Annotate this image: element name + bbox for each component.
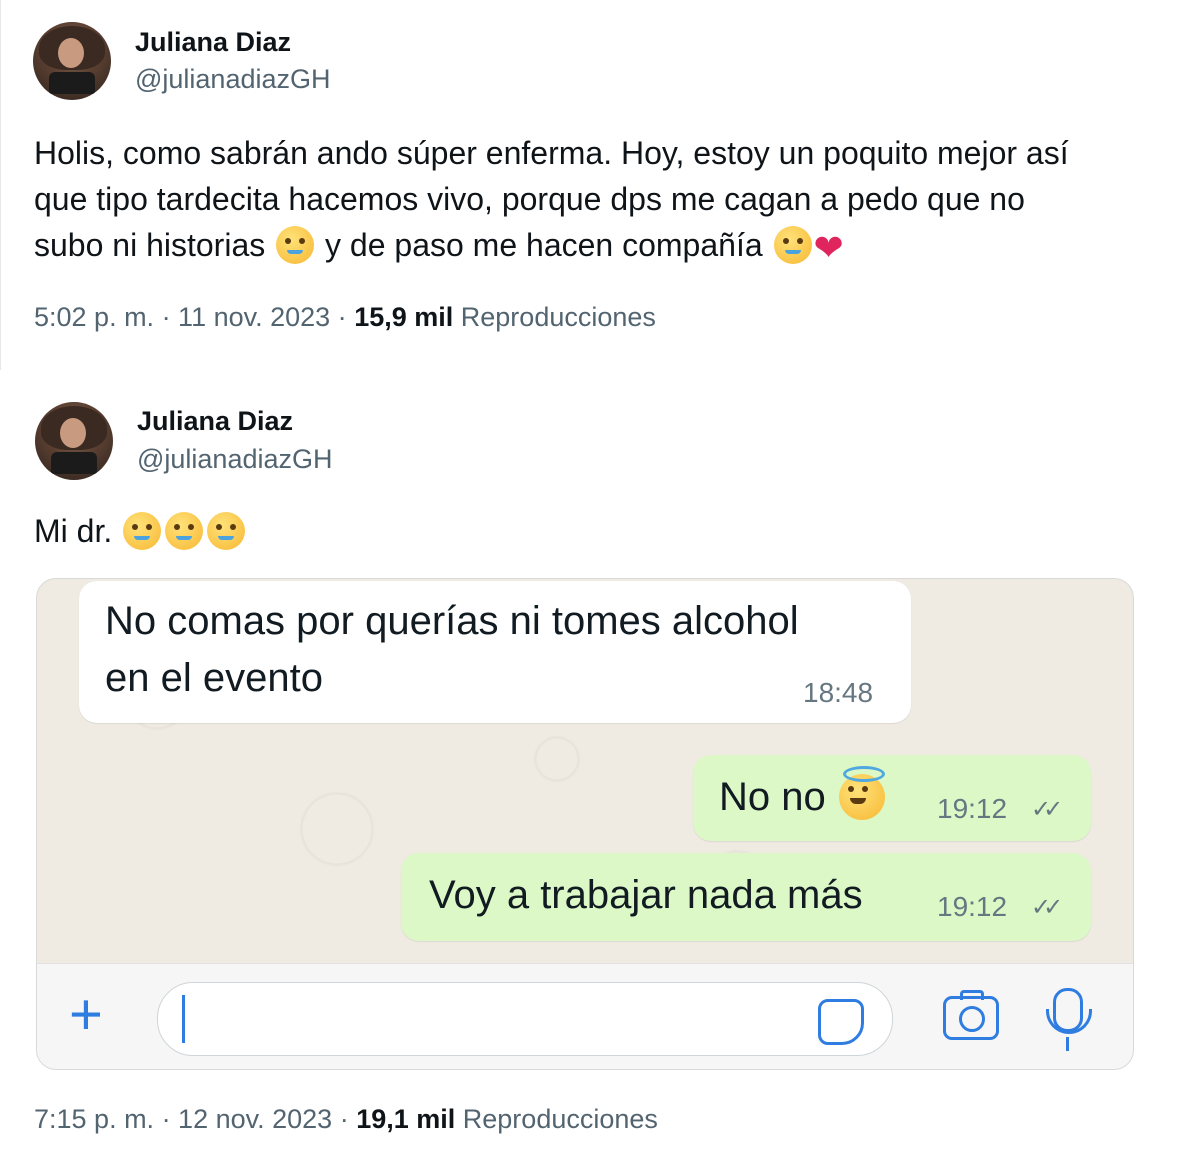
tweet-text-line: subo ni historias y de paso me hacen com…	[34, 222, 1154, 271]
tweet-text-line: que tipo tardecita hacemos vivo, porque …	[34, 181, 1025, 217]
message-bubble-incoming: No comas por querías ni tomes alcohol en…	[79, 581, 911, 723]
tweet-text: Mi dr.	[34, 508, 1154, 554]
tweet-text-line: Holis, como sabrán ando súper enferma. H…	[34, 135, 1069, 171]
tweet-meta: 5:02 p. m. · 11 nov. 2023 · 15,9 mil Rep…	[34, 302, 656, 333]
microphone-icon[interactable]	[1046, 988, 1092, 1051]
views-count: 15,9 mil	[354, 302, 454, 332]
message-bubble-outgoing: Voy a trabajar nada más 19:12 ✓✓	[401, 853, 1091, 941]
tweet-timestamp[interactable]: 7:15 p. m. · 12 nov. 2023 ·	[34, 1104, 349, 1134]
laughing-tears-emoji-icon	[207, 512, 246, 550]
message-text-segment: No no	[719, 775, 826, 819]
avatar[interactable]	[33, 22, 111, 100]
tweet-text: Holis, como sabrán ando súper enferma. H…	[34, 130, 1154, 271]
tweet-text-segment: Mi dr.	[34, 513, 113, 549]
author-name[interactable]: Juliana Diaz	[137, 406, 293, 437]
views-label: Reproducciones	[462, 1104, 658, 1134]
author-handle[interactable]: @julianadiazGH	[135, 64, 331, 95]
laughing-tears-emoji-icon	[165, 512, 204, 550]
message-text: Voy a trabajar nada más	[429, 873, 863, 917]
double-check-icon: ✓✓	[1031, 796, 1063, 823]
views-label: Reproducciones	[460, 302, 656, 332]
laughing-tears-emoji-icon	[123, 512, 162, 550]
tweet-text-segment: subo ni historias	[34, 227, 266, 263]
message-text: No no	[719, 766, 887, 826]
double-check-icon: ✓✓	[1031, 894, 1063, 921]
message-time: 18:48	[803, 677, 874, 708]
message-text: No comas por querías ni tomes alcohol en…	[105, 593, 799, 707]
plus-icon[interactable]: +	[69, 986, 103, 1044]
message-time: 19:12	[937, 891, 1008, 922]
camera-icon[interactable]	[943, 990, 999, 1040]
message-composer: +	[37, 963, 1133, 1069]
message-text-line: en el evento	[105, 656, 323, 700]
chat-wallpaper	[37, 579, 1133, 963]
tweet-1: Juliana Diaz @julianadiazGH Holis, como …	[0, 0, 1200, 370]
author-handle[interactable]: @julianadiazGH	[137, 444, 333, 475]
smiling-halo-emoji-icon	[838, 766, 885, 820]
tweet-text-segment: y de paso me hacen compañía	[325, 227, 763, 263]
message-input[interactable]	[157, 982, 893, 1056]
sad-tear-emoji-icon	[276, 226, 315, 264]
text-cursor	[182, 995, 185, 1043]
sticker-icon[interactable]	[818, 999, 864, 1045]
message-bubble-outgoing: No no 19:12 ✓✓	[693, 755, 1091, 841]
views-count: 19,1 mil	[356, 1104, 456, 1134]
avatar[interactable]	[35, 402, 113, 480]
author-name[interactable]: Juliana Diaz	[135, 27, 291, 58]
red-heart-icon: ❤	[813, 227, 844, 268]
message-text-line: No comas por querías ni tomes alcohol	[105, 599, 799, 643]
chat-screenshot: No comas por querías ni tomes alcohol en…	[36, 578, 1134, 1070]
tweet-meta: 7:15 p. m. · 12 nov. 2023 · 19,1 mil Rep…	[34, 1104, 658, 1135]
message-time: 19:12	[937, 793, 1008, 824]
tweet-timestamp[interactable]: 5:02 p. m. · 11 nov. 2023 ·	[34, 302, 347, 332]
pleading-face-emoji-icon	[773, 226, 812, 264]
